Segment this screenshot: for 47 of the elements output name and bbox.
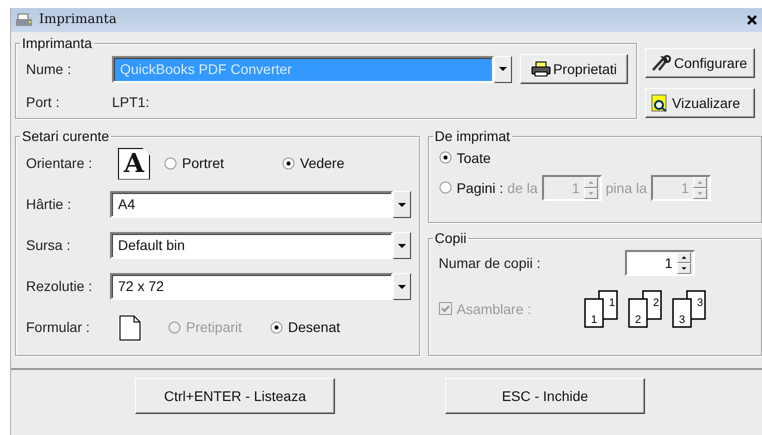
close-icon[interactable] bbox=[746, 14, 758, 26]
group-title: De imprimat bbox=[434, 129, 512, 143]
radio-circle[interactable] bbox=[270, 320, 283, 334]
page-icon bbox=[118, 314, 142, 342]
dropdown-button[interactable] bbox=[392, 232, 411, 259]
dropdown-field[interactable]: 72 x 72 bbox=[110, 273, 393, 300]
radio-circle[interactable] bbox=[282, 156, 295, 170]
radio-option[interactable]: Vedere bbox=[282, 155, 344, 172]
group-title: Copii bbox=[434, 231, 468, 245]
caret-icon bbox=[499, 67, 507, 71]
range-label: pina la bbox=[606, 180, 647, 196]
side-button[interactable]: Configurare bbox=[645, 48, 755, 78]
dropdown-button[interactable] bbox=[392, 191, 411, 218]
properties-button[interactable]: Proprietati bbox=[520, 54, 628, 84]
spin-field[interactable]: 1 bbox=[624, 250, 695, 276]
range-label: de la bbox=[507, 180, 538, 196]
tools-icon bbox=[650, 54, 672, 72]
side-button[interactable]: Vizualizare bbox=[645, 88, 755, 118]
group-title: Imprimanta bbox=[21, 36, 94, 50]
port-value: LPT1: bbox=[112, 94, 150, 110]
group-title: Setari curente bbox=[21, 129, 110, 143]
caret-icon bbox=[398, 202, 406, 206]
field-label: Port : bbox=[26, 94, 60, 110]
spin-down-icon[interactable] bbox=[676, 263, 691, 274]
orientation-icon: A bbox=[118, 148, 150, 180]
caret-icon bbox=[398, 284, 406, 288]
printer-icon bbox=[15, 12, 35, 28]
field-label: Nume : bbox=[26, 60, 72, 78]
footer-button[interactable]: ESC - Inchide bbox=[445, 378, 645, 414]
field-label: Hârtie : bbox=[26, 196, 72, 213]
field-label: Numar de copii : bbox=[438, 254, 542, 272]
field-label: Orientare : bbox=[26, 155, 94, 172]
dropdown-button[interactable] bbox=[494, 56, 512, 82]
dropdown-field[interactable]: A4 bbox=[110, 191, 393, 218]
radio-option[interactable]: Portret bbox=[164, 155, 274, 172]
dropdown-button[interactable] bbox=[392, 273, 411, 300]
dropdown-field[interactable]: Default bin bbox=[110, 232, 393, 259]
field-label: Rezolutie : bbox=[26, 278, 94, 295]
printer-icon bbox=[531, 61, 552, 77]
window-title: Imprimanta bbox=[39, 12, 117, 28]
radio-option[interactable]: Desenat bbox=[270, 319, 340, 336]
field-label: Formular : bbox=[26, 319, 91, 336]
spin-up-icon[interactable] bbox=[676, 252, 691, 263]
radio-circle[interactable] bbox=[164, 156, 177, 170]
caret-icon bbox=[398, 244, 406, 248]
field-label: Sursa : bbox=[26, 237, 72, 254]
footer-button[interactable]: Ctrl+ENTER - Listeaza bbox=[135, 378, 335, 414]
